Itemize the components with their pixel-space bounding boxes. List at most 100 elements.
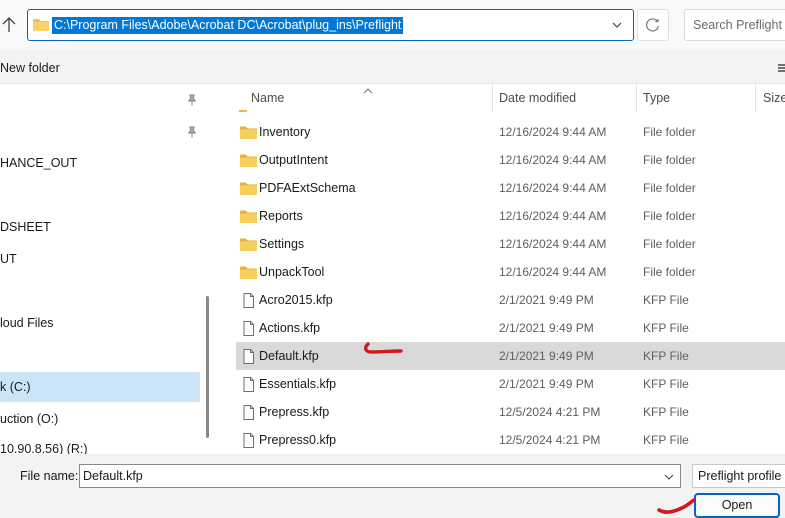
file-date-modified: 12/16/2024 9:44 AM: [499, 153, 607, 167]
refresh-icon: [646, 18, 660, 32]
column-separator[interactable]: [755, 84, 756, 112]
nav-scrollbar[interactable]: [206, 296, 209, 438]
file-type: KFP File: [643, 405, 689, 419]
folder-icon: [240, 181, 257, 196]
folder-icon: [240, 153, 257, 168]
folder-icon: [240, 237, 257, 252]
file-type: KFP File: [643, 377, 689, 391]
file-row[interactable]: OutputIntent 12/16/2024 9:44 AM File folde…: [236, 146, 785, 174]
file-row-selected[interactable]: Default.kfp 2/1/2021 9:49 PM KFP File: [236, 342, 785, 370]
file-type: File folder: [643, 153, 696, 167]
up-arrow-icon[interactable]: [0, 14, 16, 36]
file-name: Default.kfp: [259, 349, 319, 363]
column-header-row: Name Date modified Type Size: [217, 84, 785, 112]
file-name: UnpackTool: [259, 265, 325, 279]
file-icon: [240, 433, 257, 448]
file-date-modified: 2/1/2021 9:49 PM: [499, 293, 594, 307]
file-date-modified: 2/1/2021 9:49 PM: [499, 321, 594, 335]
search-box[interactable]: [684, 9, 785, 41]
pin-icon[interactable]: [186, 94, 198, 106]
file-name-label: File name:: [20, 469, 79, 483]
file-list: Name Date modified Type Size Inventory 12…: [217, 84, 785, 454]
file-name: Actions.kfp: [259, 321, 321, 335]
search-input[interactable]: [693, 18, 785, 32]
file-row[interactable]: Prepress0.kfp 12/5/2024 4:21 PM KFP File: [236, 426, 785, 454]
file-date-modified: 12/16/2024 9:44 AM: [499, 237, 607, 251]
file-name: PDFAExtSchema: [259, 181, 356, 195]
column-header-date-modified[interactable]: Date modified: [499, 90, 576, 106]
file-icon: [240, 293, 257, 308]
sort-ascending-icon: [363, 84, 373, 94]
file-date-modified: 2/1/2021 9:49 PM: [499, 377, 594, 391]
file-type: File folder: [643, 125, 696, 139]
file-name: Inventory: [259, 125, 311, 139]
column-header-name[interactable]: Name: [251, 90, 284, 106]
nav-item[interactable]: loud Files: [0, 308, 200, 338]
navigation-pane: HANCE_OUT DSHEET UT loud Files k (C:) uc…: [0, 84, 216, 454]
file-icon: [240, 349, 257, 364]
nav-item[interactable]: DSHEET: [0, 212, 200, 242]
file-type: KFP File: [643, 433, 689, 447]
file-name: Settings: [259, 237, 305, 251]
file-date-modified: 12/5/2024 4:21 PM: [499, 433, 601, 447]
address-path-text[interactable]: C:\Program Files\Adobe\Acrobat DC\Acroba…: [52, 17, 404, 34]
file-type: File folder: [643, 181, 696, 195]
column-separator[interactable]: [636, 84, 637, 112]
column-header-type[interactable]: Type: [643, 90, 670, 106]
toolbar: New folder: [0, 50, 785, 84]
nav-item[interactable]: HANCE_OUT: [0, 148, 200, 178]
nav-item[interactable]: UT: [0, 244, 200, 274]
file-row[interactable]: Prepress.kfp 12/5/2024 4:21 PM KFP File: [236, 398, 785, 426]
address-bar-row: C:\Program Files\Adobe\Acrobat DC\Acroba…: [0, 0, 785, 50]
file-type: File folder: [643, 237, 696, 251]
refresh-button[interactable]: [637, 9, 669, 41]
file-row[interactable]: Acro2015.kfp 2/1/2021 9:49 PM KFP File: [236, 286, 785, 314]
open-button[interactable]: Open: [694, 493, 780, 518]
file-date-modified: 12/16/2024 9:44 AM: [499, 265, 607, 279]
new-folder-button[interactable]: New folder: [0, 59, 60, 77]
file-type-dropdown[interactable]: Preflight profile (: [692, 464, 785, 488]
file-name: Reports: [259, 209, 303, 223]
file-date-modified: 2/1/2021 9:49 PM: [499, 349, 594, 363]
folder-icon: [240, 265, 257, 280]
view-menu-icon[interactable]: [776, 62, 785, 72]
file-row[interactable]: PDFAExtSchema 12/16/2024 9:44 AM File fold…: [236, 174, 785, 202]
folder-edge-icon: [239, 104, 247, 112]
file-row[interactable]: Inventory 12/16/2024 9:44 AM File folder: [236, 118, 785, 146]
file-name: Acro2015.kfp: [259, 293, 333, 307]
file-row[interactable]: Reports 12/16/2024 9:44 AM File folder: [236, 202, 785, 230]
file-name: Prepress0.kfp: [259, 433, 337, 447]
file-row[interactable]: UnpackTool 12/16/2024 9:44 AM File folder: [236, 258, 785, 286]
file-date-modified: 12/16/2024 9:44 AM: [499, 181, 607, 195]
file-row[interactable]: Actions.kfp 2/1/2021 9:49 PM KFP File: [236, 314, 785, 342]
annotation-arrow-icon: [657, 498, 696, 514]
folder-icon: [240, 125, 257, 140]
column-header-size[interactable]: Size: [763, 90, 785, 106]
file-name: Essentials.kfp: [259, 377, 337, 391]
file-type: KFP File: [643, 321, 689, 335]
folder-icon: [240, 209, 257, 224]
file-date-modified: 12/16/2024 9:44 AM: [499, 125, 607, 139]
file-icon: [240, 321, 257, 336]
file-row[interactable]: Essentials.kfp 2/1/2021 9:49 PM KFP File: [236, 370, 785, 398]
nav-item-selected[interactable]: k (C:): [0, 372, 200, 402]
column-separator[interactable]: [492, 84, 493, 112]
nav-item[interactable]: 10.90.8.56) (R:): [0, 434, 200, 454]
file-name-combobox[interactable]: [79, 464, 681, 488]
address-bar[interactable]: C:\Program Files\Adobe\Acrobat DC\Acroba…: [27, 9, 634, 41]
annotation-arrow-icon: [363, 342, 403, 354]
chevron-down-icon[interactable]: [611, 19, 623, 31]
folder-icon: [33, 18, 49, 31]
file-name: Prepress.kfp: [259, 405, 330, 419]
pin-icon[interactable]: [186, 126, 198, 138]
chevron-down-icon[interactable]: [664, 471, 674, 481]
file-row[interactable]: Settings 12/16/2024 9:44 AM File folder: [236, 230, 785, 258]
file-name: OutputIntent: [259, 153, 328, 167]
nav-item[interactable]: uction (O:): [0, 404, 200, 434]
file-type: File folder: [643, 265, 696, 279]
file-date-modified: 12/5/2024 4:21 PM: [499, 405, 601, 419]
file-name-input[interactable]: [83, 468, 643, 484]
file-type-value: Preflight profile (: [698, 469, 785, 483]
file-date-modified: 12/16/2024 9:44 AM: [499, 209, 607, 223]
file-icon: [240, 377, 257, 392]
